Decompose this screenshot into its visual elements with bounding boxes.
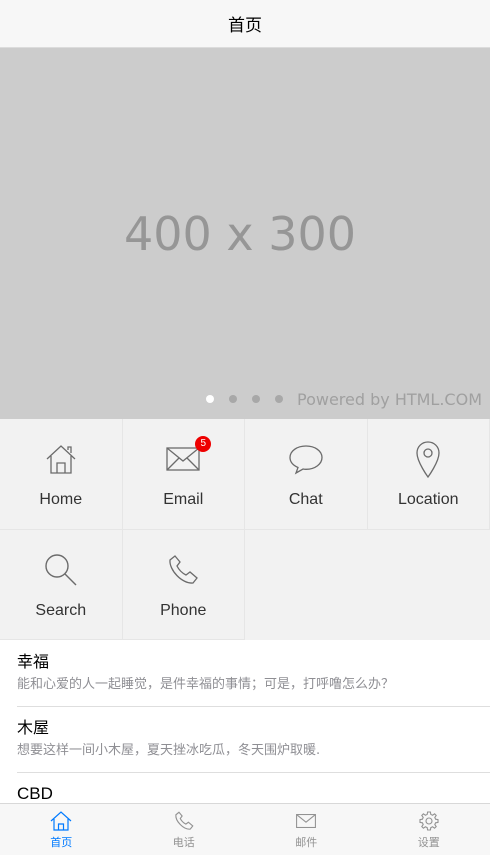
grid-item-label: Location <box>398 491 459 508</box>
chat-icon <box>286 439 326 479</box>
home-icon <box>49 810 73 832</box>
list-item-title: 幸福 <box>17 652 50 671</box>
grid-item-search[interactable]: Search <box>0 530 123 640</box>
tab-label: 首页 <box>50 835 73 849</box>
unread-badge: 5 <box>195 436 212 452</box>
watermark-text: Powered by HTML.COM <box>297 390 482 409</box>
nav-bar: 首页 <box>0 0 490 48</box>
tab-bar: 首页 电话 邮件 设置 <box>0 803 490 855</box>
tab-label: 电话 <box>172 835 195 849</box>
grid-item-home[interactable]: Home <box>0 419 123 530</box>
phone-icon <box>172 810 196 832</box>
grid-item-phone[interactable]: Phone <box>122 530 245 640</box>
list-item-description: 想要这样一间小木屋，夏天挫冰吃瓜，冬天围炉取暖. <box>17 743 321 758</box>
slider-dot[interactable] <box>275 395 283 403</box>
phone-icon <box>163 550 203 590</box>
tab-label: 邮件 <box>295 835 318 849</box>
grid-item-email[interactable]: 5 Email <box>122 419 245 530</box>
email-icon <box>294 810 318 832</box>
grid-item-label: Email <box>163 491 204 508</box>
list-item-title: 木屋 <box>17 718 50 737</box>
slider-dot[interactable] <box>252 395 260 403</box>
tab-email[interactable]: 邮件 <box>245 804 368 855</box>
grid-item-chat[interactable]: Chat <box>245 419 368 530</box>
grid-item-location[interactable]: Location <box>367 419 490 530</box>
home-icon <box>41 439 81 479</box>
slider-image-placeholder: 400 x 300 <box>123 206 357 261</box>
grid-item-label: Search <box>35 601 87 619</box>
grid-item-label: Home <box>39 491 83 508</box>
image-slider[interactable]: 400 x 300 Powered by HTML.COM <box>0 48 490 419</box>
grid-empty-cell <box>367 530 490 640</box>
grid-item-label: Chat <box>288 491 323 508</box>
grid-item-label: Phone <box>160 601 207 619</box>
tab-phone[interactable]: 电话 <box>123 804 246 855</box>
list-item-description: 能和心爱的人一起睡觉，是件幸福的事情；可是，打呼噜怎么办？ <box>17 677 395 692</box>
search-icon <box>41 550 81 590</box>
tab-settings[interactable]: 设置 <box>368 804 490 855</box>
grid-empty-cell <box>245 530 368 640</box>
list-item[interactable]: 幸福 能和心爱的人一起睡觉，是件幸福的事情；可是，打呼噜怎么办？ <box>17 641 490 707</box>
tab-label: 设置 <box>417 835 440 849</box>
gear-icon <box>417 810 441 832</box>
feature-grid: Home 5 Email Chat Location Search Phone <box>0 419 490 640</box>
location-icon <box>408 439 448 479</box>
list-item[interactable]: 木屋 想要这样一间小木屋，夏天挫冰吃瓜，冬天围炉取暖. <box>17 707 490 773</box>
tab-home[interactable]: 首页 <box>0 804 123 855</box>
slider-dot[interactable] <box>206 395 214 403</box>
list-item-title: CBD <box>17 784 53 803</box>
page-title: 首页 <box>228 16 262 36</box>
slider-indicator <box>206 395 283 403</box>
slider-dot[interactable] <box>229 395 237 403</box>
email-icon: 5 <box>163 436 212 479</box>
